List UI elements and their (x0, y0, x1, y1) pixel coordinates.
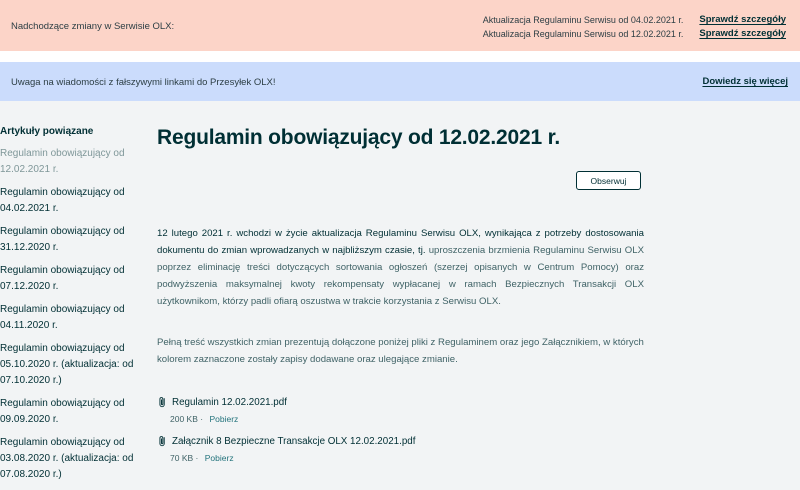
change-text: Aktualizacja Regulaminu Serwisu od 12.02… (482, 28, 684, 39)
related-article-link[interactable]: Regulamin obowiązujący od 09.09.2020 r. (0, 396, 140, 428)
upcoming-changes-banner: Nadchodzące zmiany w Serwisie OLX: Aktua… (0, 0, 800, 51)
download-link[interactable]: Pobierz (209, 414, 238, 424)
article-paragraph: 12 lutego 2021 r. wchodzi w życie aktual… (157, 225, 644, 310)
check-details-link[interactable]: Sprawdź szczegóły (699, 14, 786, 25)
related-article-link[interactable]: Regulamin obowiązujący od 04.11.2020 r. (0, 302, 140, 334)
check-details-link[interactable]: Sprawdź szczegóły (699, 28, 786, 39)
attachment-separator: · (200, 414, 204, 424)
attachment: Załącznik 8 Bezpieczne Transakcje OLX 12… (157, 435, 415, 463)
article-paragraph: Pełną treść wszystkich zmian prezentują … (157, 337, 644, 365)
attachment-name[interactable]: Regulamin 12.02.2021.pdf (172, 397, 287, 408)
banner-gap (0, 51, 800, 62)
related-article-link[interactable]: Regulamin obowiązujący od 31.12.2020 r. (0, 224, 140, 256)
attachment-size: 70 KB (170, 453, 194, 463)
upcoming-changes-lead: Nadchodzące zmiany w Serwisie OLX: (11, 21, 175, 32)
download-link[interactable]: Pobierz (205, 453, 234, 463)
attachment-name[interactable]: Załącznik 8 Bezpieczne Transakcje OLX 12… (172, 436, 415, 447)
attachment-size: 200 KB (170, 414, 198, 424)
article-title: Regulamin obowiązujący od 12.02.2021 r. (157, 126, 561, 149)
related-articles-heading: Artykuły powiązane (0, 126, 94, 137)
related-article-link[interactable]: Regulamin obowiązujący od 07.12.2020 r. (0, 263, 140, 295)
phishing-warning-banner: Uwaga na wiadomości z fałszywymi linkami… (0, 62, 800, 101)
attachment-separator: · (195, 453, 199, 463)
related-articles-sidebar: Artykuły powiązane Regulamin obowiązując… (0, 126, 140, 490)
related-article-link[interactable]: Regulamin obowiązujący od 04.02.2021 r. (0, 185, 140, 217)
related-article-link[interactable]: Regulamin obowiązujący od 05.10.2020 r. … (0, 341, 140, 389)
attachment: Regulamin 12.02.2021.pdf 200 KB · Pobier… (157, 396, 287, 424)
related-article-link[interactable]: Regulamin obowiązujący od 12.02.2021 r. (0, 146, 140, 178)
related-article-link[interactable]: Regulamin obowiązujący od 03.08.2020 r. … (0, 435, 140, 483)
phishing-warning-text: Uwaga na wiadomości z fałszywymi linkami… (11, 77, 276, 88)
change-row: Aktualizacja Regulaminu Serwisu od 12.02… (483, 28, 786, 39)
paperclip-icon (159, 436, 165, 447)
follow-button[interactable]: Obserwuj (576, 171, 641, 190)
paperclip-icon (159, 397, 165, 408)
change-text: Aktualizacja Regulaminu Serwisu od 04.02… (482, 14, 684, 25)
change-row: Aktualizacja Regulaminu Serwisu od 04.02… (483, 14, 786, 25)
article-main: Regulamin obowiązujący od 12.02.2021 r. … (157, 126, 644, 463)
learn-more-link[interactable]: Dowiedz się więcej (702, 76, 788, 87)
